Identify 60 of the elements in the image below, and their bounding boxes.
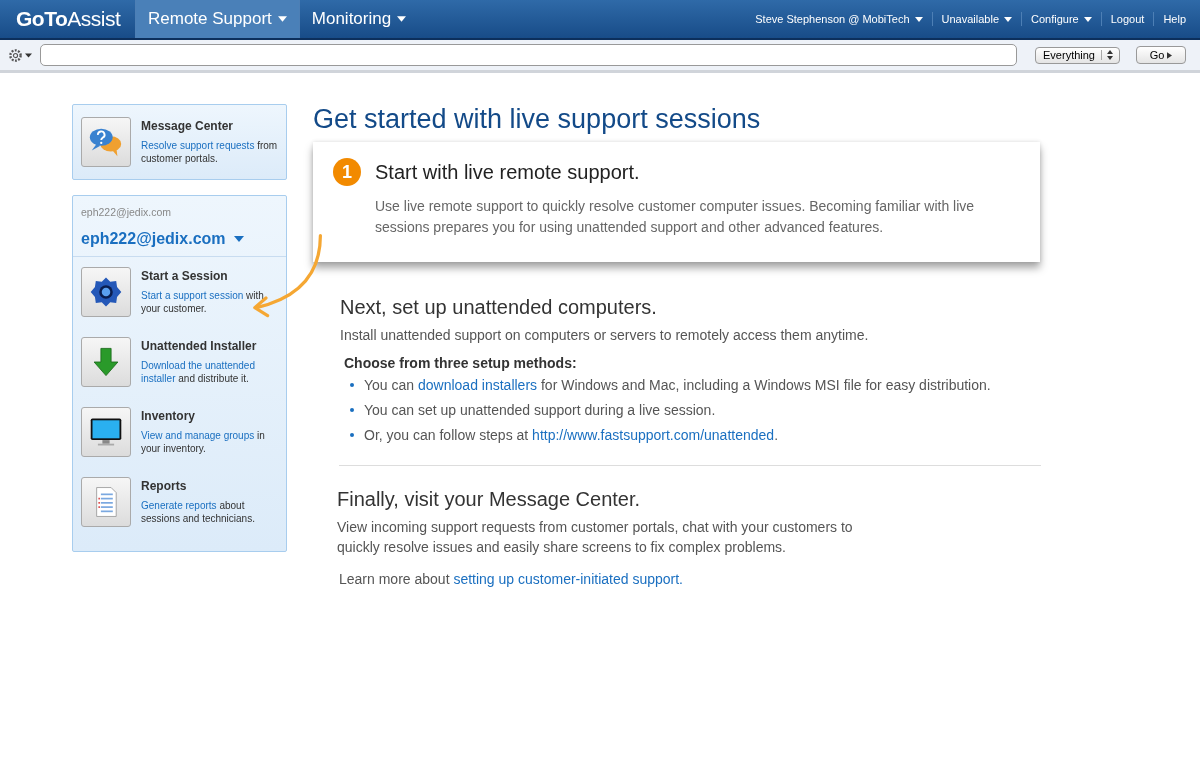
up-down-icon (1101, 50, 1115, 60)
search-field[interactable] (40, 44, 1017, 66)
section-text: View incoming support requests from customer portals, chat with your customers to quickly resolve issues and easily share screens to fix complex problems. (337, 518, 854, 557)
caret-icon (233, 236, 244, 242)
document-icon (81, 477, 131, 527)
bullet-icon (350, 433, 354, 437)
item-title: Inventory (141, 409, 196, 423)
bullet-text: Or, you can follow steps at http://www.fastsupport.com/unattended. (364, 426, 778, 445)
item-description: Generate reports about sessions and technicians. (141, 499, 256, 525)
nav-tab[interactable]: Remote Support (135, 0, 299, 38)
link[interactable]: View and manage groups (141, 430, 255, 441)
step-heading: Start with live remote support. (375, 160, 640, 184)
caret-icon (397, 16, 407, 22)
gear-icon (8, 47, 23, 63)
gear-icon (81, 267, 131, 317)
section-text: Install unattended support on computers or servers to remotely access them anytime. (340, 326, 870, 345)
item-description: Resolve support requests from customer portals. (141, 139, 278, 165)
section-heading: Next, set up unattended computers. (340, 296, 658, 319)
bullet-text: You can set up unattended support during a live session. (364, 401, 716, 420)
link[interactable]: installer (141, 373, 176, 384)
user-menu-item[interactable]: Unavailable (932, 0, 1021, 38)
item-description: Download the unattended installer and distribute it. (141, 359, 256, 385)
link[interactable]: Generate reports (141, 500, 217, 511)
section-heading: Finally, visit your Message Center. (337, 488, 642, 511)
item-title: Message Center (141, 119, 235, 133)
link[interactable]: http://www.fastsupport.com/unattended (532, 427, 775, 443)
go-button[interactable]: Go (1136, 46, 1186, 64)
user-menu-item[interactable]: Configure (1022, 0, 1101, 38)
monitor-icon (81, 407, 131, 457)
step-description: Use live remote support to quickly resolve customer computer issues. Becoming familiar with live sessions prepares you for using unattended support and other advanced features. (375, 197, 976, 237)
item-title: Unattended Installer (141, 339, 258, 353)
link[interactable]: Download the unattended (141, 360, 255, 371)
item-title: Reports (141, 479, 188, 493)
caret-icon (1167, 52, 1173, 59)
user-menu-item[interactable]: Logout (1101, 0, 1154, 38)
item-description: View and manage groups in your inventory. (141, 429, 266, 455)
account-dropdown[interactable]: eph222@jedix.com (81, 230, 244, 248)
bullet-icon (350, 383, 354, 387)
user-menu-item[interactable]: Steve Stephenson @ MobiTech (746, 0, 932, 38)
user-menu-item[interactable]: Help (1154, 0, 1200, 38)
link[interactable]: setting up customer-initiated support. (453, 571, 683, 587)
caret-icon (277, 16, 287, 22)
link[interactable]: Start a support session (141, 290, 244, 301)
item-title: Start a Session (141, 269, 229, 283)
page-title: Get started with live support sessions (313, 104, 762, 134)
subheading: Choose from three setup methods: (344, 355, 578, 371)
bullet-text: You can download installers for Windows and Mac, including a Windows MSI file for easy distribution. (364, 376, 991, 395)
step-number: 1 (333, 158, 361, 186)
bullet-icon (350, 408, 354, 412)
item-description: Start a support session with your customer. (141, 289, 265, 315)
link[interactable]: download installers (418, 377, 538, 393)
learn-more-text: Learn more about setting up customer-initiated support. (339, 570, 684, 589)
link[interactable]: Resolve support requests (141, 140, 255, 151)
logo: GoToAssist (15, 6, 122, 32)
nav-tab[interactable]: Monitoring (298, 0, 419, 38)
settings-button[interactable] (8, 47, 32, 63)
chat-icon (81, 117, 131, 167)
scope-select[interactable]: Everything (1035, 46, 1120, 64)
caret-icon (25, 52, 32, 58)
account-caption: eph222@jedix.com (81, 206, 173, 218)
